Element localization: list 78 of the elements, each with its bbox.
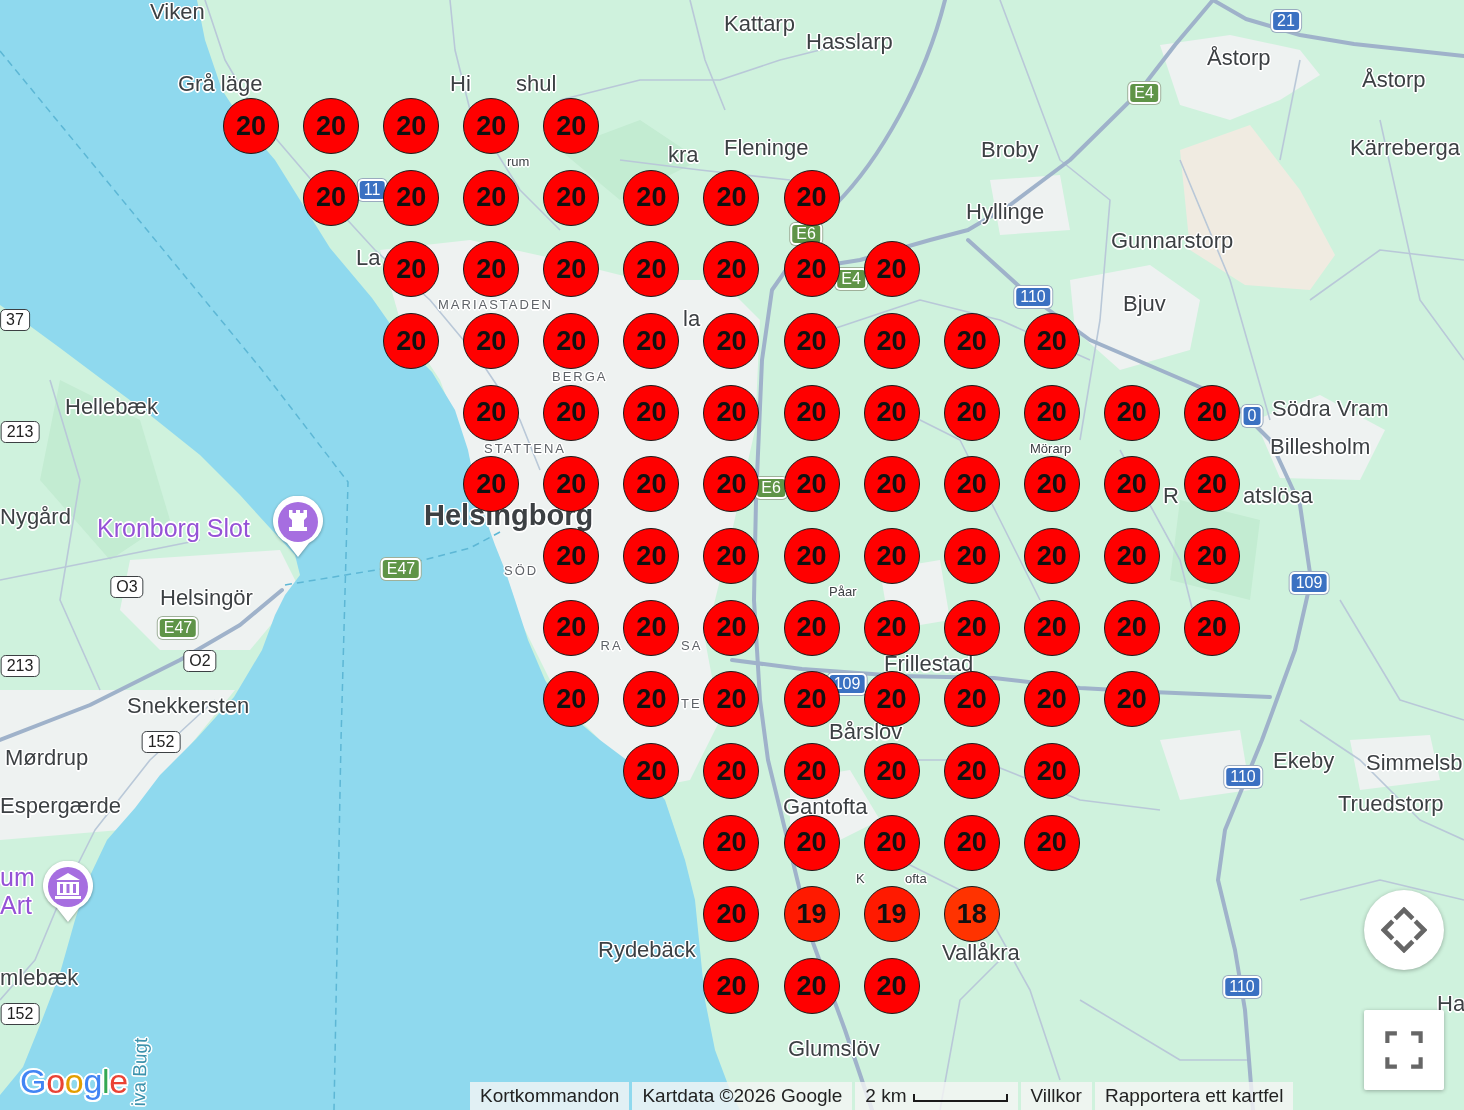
route-shield: 213 [0, 655, 40, 677]
route-shield: 152 [0, 1003, 40, 1025]
place-label: atslösa [1243, 483, 1313, 509]
place-label: Hellebæk [65, 394, 158, 420]
place-label: Simmelsb [1366, 750, 1463, 776]
route-shield: 109 [1289, 572, 1329, 594]
route-shield: 0 [1241, 405, 1263, 427]
place-label: Mørdrup [5, 745, 89, 771]
terms-link[interactable]: Villkor [1020, 1082, 1092, 1110]
place-label: Viken [150, 0, 205, 25]
google-logo: Google [20, 1061, 128, 1101]
report-map-error-link[interactable]: Rapportera ett kartfel [1094, 1082, 1294, 1110]
district-label: SA [681, 639, 703, 653]
place-label: Fleninge [724, 135, 809, 161]
place-label: Snekkersten [127, 693, 250, 719]
route-shield: O2 [183, 650, 217, 672]
route-shield: O3 [110, 576, 144, 598]
poi-label[interactable]: um [0, 862, 35, 892]
place-label: Mörarp [1030, 441, 1072, 456]
place-label: Kärreberga [1350, 135, 1461, 161]
route-shield: 110 [1224, 766, 1262, 788]
building-pin-icon[interactable] [42, 861, 94, 923]
place-label: rum [507, 155, 530, 169]
shortcuts-button[interactable]: Kortkommandon [470, 1082, 630, 1110]
place-label: Hasslarp [806, 29, 893, 55]
place-label: kra [668, 142, 699, 168]
route-shield: 11 [357, 179, 387, 201]
place-label: R [1163, 483, 1179, 509]
place-label: Helsingör [160, 585, 253, 611]
place-label: K [856, 871, 865, 886]
route-shield: 110 [1014, 286, 1052, 308]
tower-pin-icon[interactable] [272, 496, 324, 558]
place-label: Nygård [0, 504, 71, 530]
route-shield: 213 [0, 421, 40, 443]
route-shield: 152 [141, 731, 181, 753]
place-label: La [356, 245, 381, 271]
route-shield: 37 [0, 309, 30, 331]
fullscreen-icon [1385, 1031, 1423, 1069]
place-label: Hyllinge [966, 199, 1045, 225]
district-label: BERGA [552, 370, 608, 384]
place-label: Broby [981, 137, 1039, 163]
place-label: Bjuv [1123, 291, 1166, 317]
place-label: Påar [829, 585, 857, 599]
place-label: Truedstorp [1338, 791, 1444, 817]
district-label: RA [600, 639, 623, 653]
place-label: Vallåkra [942, 940, 1020, 966]
route-shield: E47 [157, 617, 199, 639]
place-label: Grå läge [178, 71, 263, 97]
route-shield: E47 [380, 558, 422, 580]
place-label: la [683, 306, 701, 332]
place-label: mlebæk [0, 965, 79, 991]
poi-label[interactable]: Art [0, 890, 32, 920]
district-label: STATTENA [484, 441, 566, 456]
map-data-notice: Kartdata ©2026 Google [632, 1082, 853, 1110]
district-label: SÖD [504, 564, 539, 578]
place-label: Glumslöv [788, 1036, 880, 1062]
place-label: ofta [905, 871, 927, 886]
route-shield: 110 [1223, 976, 1261, 998]
place-label: Kattarp [724, 11, 795, 37]
place-label: Gunnarstorp [1111, 228, 1234, 254]
place-label: shul [516, 71, 557, 97]
district-label: MARIASTADEN [438, 298, 553, 312]
route-shield: 21 [1271, 10, 1301, 32]
place-label: Åstorp [1207, 45, 1271, 71]
place-label: Åstorp [1362, 67, 1426, 93]
place-label: Hi [450, 71, 471, 97]
poi-label[interactable]: Kronborg Slot [97, 513, 250, 543]
scale-bar-icon [912, 1094, 1008, 1102]
district-label: TE [681, 697, 702, 711]
route-shield: E4 [1128, 82, 1160, 104]
place-label: Billesholm [1270, 434, 1371, 460]
place-label: Ekeby [1273, 748, 1335, 774]
scale-button[interactable]: 2 km [855, 1082, 1018, 1110]
place-label: Espergærde [0, 793, 122, 819]
place-label: Södra Vram [1272, 396, 1389, 422]
place-label: Rydebäck [598, 937, 696, 963]
fullscreen-button[interactable] [1364, 1010, 1444, 1090]
water-label: iva Bugt [127, 1037, 153, 1107]
